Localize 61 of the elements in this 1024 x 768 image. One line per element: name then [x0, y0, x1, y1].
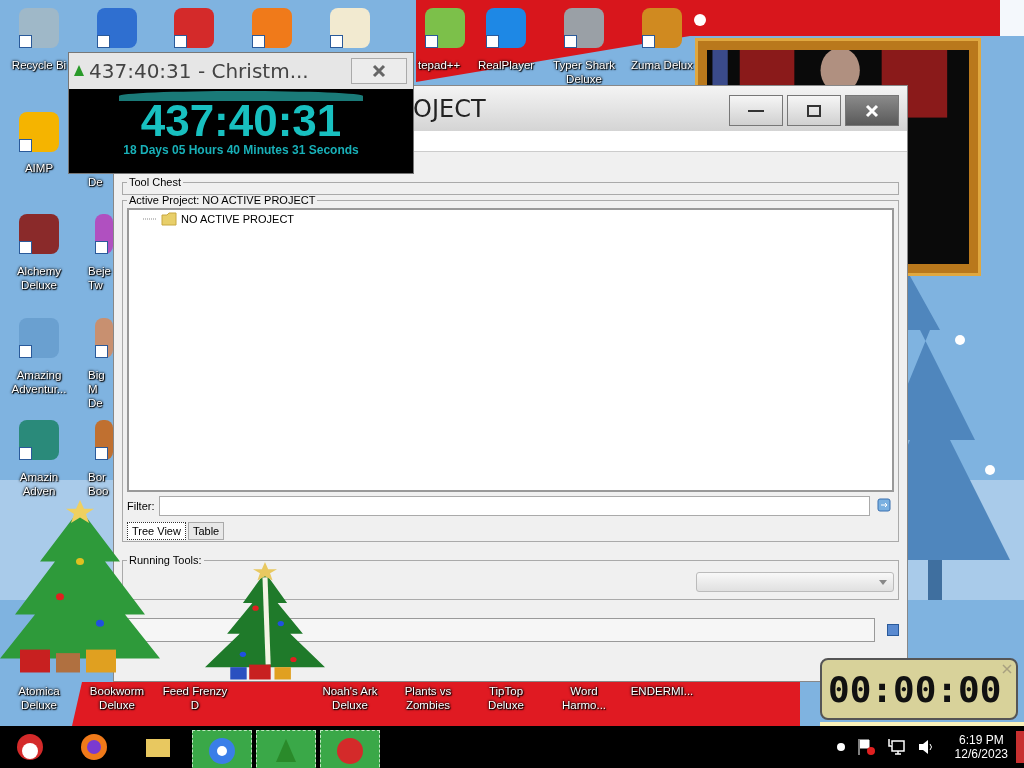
icon-label[interactable]: tepad++	[418, 58, 461, 72]
app-icon[interactable]	[174, 8, 214, 48]
group-title: Running Tools:	[128, 554, 203, 566]
browser-icon	[79, 732, 109, 762]
app-icon[interactable]	[19, 318, 59, 358]
snowflake-icon	[694, 14, 706, 26]
maximize-button[interactable]	[787, 95, 841, 126]
close-icon	[865, 103, 879, 118]
filter-label: Filter:	[127, 500, 155, 512]
group-title: Tool Chest	[128, 176, 182, 188]
countdown-time: 437:40:31	[140, 99, 342, 143]
maximize-icon	[807, 104, 821, 117]
snowflake-icon	[985, 465, 995, 475]
app-icon[interactable]	[19, 112, 59, 152]
window-title: 437:40:31 - Christm...	[89, 59, 310, 83]
app-icon[interactable]	[19, 420, 59, 460]
view-tab[interactable]: Tree View	[127, 522, 186, 540]
close-button[interactable]	[351, 58, 407, 84]
icon-label[interactable]: ENDERMI...	[630, 684, 694, 698]
view-tab[interactable]: Table	[187, 522, 225, 540]
close-icon	[371, 63, 387, 79]
clock-date[interactable]: 12/6/2023	[954, 747, 1008, 761]
icon-label[interactable]: Bookworm Deluxe	[81, 684, 153, 712]
tree-item[interactable]: NO ACTIVE PROJECT	[181, 213, 295, 225]
app-icon[interactable]	[19, 8, 59, 48]
tree-icon	[73, 64, 85, 78]
clock-time[interactable]: 6:19 PM	[958, 733, 1004, 747]
volume-icon[interactable]	[916, 738, 935, 756]
dinosaur-icon	[335, 736, 365, 766]
window-title: OJECT	[413, 94, 487, 123]
app-icon[interactable]	[425, 8, 465, 48]
filter-field[interactable]	[158, 496, 870, 516]
app-icon[interactable]	[252, 8, 292, 48]
folder-icon	[161, 212, 177, 226]
tree-line	[143, 218, 157, 220]
app-icon[interactable]	[95, 318, 113, 358]
icon-label[interactable]: Plants vs Zombies	[392, 684, 464, 712]
countdown-detail: 18 Days 05 Hours 40 Minutes 31 Seconds	[123, 143, 359, 157]
santa-icon	[15, 732, 45, 762]
caret-icon	[879, 579, 887, 585]
app-icon[interactable]	[564, 8, 604, 48]
app-icon[interactable]	[19, 214, 59, 254]
browser-icon	[207, 736, 237, 766]
app-icon[interactable]	[97, 8, 137, 48]
icon-label[interactable]: TipTop Deluxe	[470, 684, 542, 712]
flag-icon[interactable]	[856, 738, 875, 756]
app-icon[interactable]	[95, 214, 113, 254]
app-icon[interactable]	[330, 8, 370, 48]
minimize-button[interactable]	[729, 95, 783, 126]
group-title: Active Project: NO ACTIVE PROJECT	[128, 194, 317, 206]
app-icon[interactable]	[95, 420, 113, 460]
close-button[interactable]	[845, 95, 899, 126]
stopwatch-time: 00:00:00	[828, 668, 1002, 710]
network-icon[interactable]	[886, 738, 905, 756]
icon-label[interactable]: Feed Frenzy D	[159, 684, 231, 712]
icon-label[interactable]: Word Harmo...	[548, 684, 620, 712]
snowflake-icon	[955, 335, 965, 345]
dot-icon[interactable]	[836, 743, 845, 751]
app-icon[interactable]	[642, 8, 682, 48]
icon-label[interactable]: Noah's Ark Deluxe	[314, 684, 386, 712]
app-icon[interactable]	[486, 8, 526, 48]
